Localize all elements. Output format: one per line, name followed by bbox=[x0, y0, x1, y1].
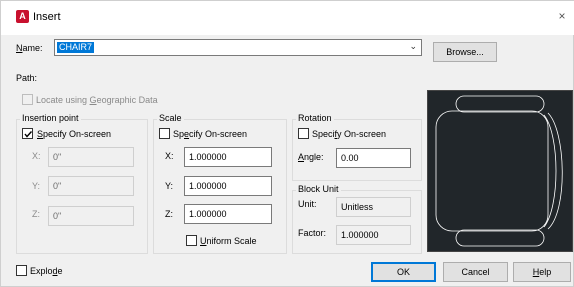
scale-y-label: Y: bbox=[165, 181, 174, 191]
chair-armrest-bottom bbox=[455, 229, 545, 247]
insertion-y-label: Y: bbox=[32, 181, 41, 191]
rotation-title: Rotation bbox=[296, 113, 334, 123]
path-label: Path: bbox=[16, 73, 38, 83]
checkmark-icon bbox=[24, 131, 33, 138]
insertion-specify-checkbox[interactable] bbox=[22, 128, 33, 139]
factor-label: Factor: bbox=[298, 228, 327, 238]
chair-armrest-top bbox=[455, 95, 545, 113]
unit-field: Unitless bbox=[336, 197, 411, 217]
uniform-scale-label: Uniform Scale bbox=[200, 236, 257, 246]
chair-seat bbox=[435, 110, 549, 232]
chair-backrest-inner bbox=[543, 114, 557, 228]
insertion-z-label: Z: bbox=[32, 209, 40, 219]
factor-field: 1.000000 bbox=[336, 225, 411, 245]
scale-x-field[interactable]: 1.000000 bbox=[184, 147, 272, 167]
scale-x-label: X: bbox=[165, 151, 174, 161]
insertion-specify-label: Specify On-screen bbox=[37, 129, 112, 139]
ok-button[interactable]: OK bbox=[371, 262, 436, 282]
block-preview bbox=[427, 90, 573, 252]
scale-title: Scale bbox=[157, 113, 184, 123]
geographic-checkbox[interactable] bbox=[22, 94, 33, 105]
angle-field[interactable]: 0.00 bbox=[336, 148, 411, 168]
angle-label: Angle: bbox=[298, 152, 324, 162]
name-value: CHAIR7 bbox=[57, 42, 95, 53]
title-bar[interactable]: A Insert × bbox=[1, 1, 574, 35]
insertion-z-field[interactable]: 0" bbox=[48, 206, 134, 226]
scale-z-field[interactable]: 1.000000 bbox=[184, 204, 272, 224]
chair-preview-drawing bbox=[435, 95, 563, 247]
uniform-scale-checkbox[interactable] bbox=[186, 235, 197, 246]
help-button[interactable]: Help bbox=[513, 262, 571, 282]
rotation-specify-label: Specify On-screen bbox=[312, 129, 387, 139]
insertion-x-field[interactable]: 0" bbox=[48, 147, 134, 167]
scale-z-label: Z: bbox=[165, 209, 173, 219]
insertion-point-title: Insertion point bbox=[20, 113, 81, 123]
close-icon[interactable]: × bbox=[553, 7, 571, 25]
cancel-button[interactable]: Cancel bbox=[443, 262, 508, 282]
insert-dialog: A Insert × Name: CHAIR7 ⌄ Browse... Path… bbox=[0, 0, 574, 287]
block-unit-title: Block Unit bbox=[296, 184, 341, 194]
geographic-label: Locate using Geographic Data bbox=[36, 95, 158, 105]
autocad-app-icon: A bbox=[16, 10, 29, 23]
explode-label: Explode bbox=[30, 266, 63, 276]
rotation-specify-checkbox[interactable] bbox=[298, 128, 309, 139]
window-title: Insert bbox=[33, 11, 61, 23]
insertion-y-field[interactable]: 0" bbox=[48, 176, 134, 196]
browse-label: Browse... bbox=[446, 47, 484, 57]
explode-checkbox[interactable] bbox=[16, 265, 27, 276]
name-combobox[interactable]: CHAIR7 ⌄ bbox=[54, 39, 422, 56]
scale-specify-checkbox[interactable] bbox=[159, 128, 170, 139]
scale-specify-label: Specify On-screen bbox=[173, 129, 248, 139]
name-label: Name: bbox=[16, 43, 43, 53]
chevron-down-icon[interactable]: ⌄ bbox=[409, 41, 417, 52]
help-label: Help bbox=[532, 267, 552, 277]
insertion-x-label: X: bbox=[32, 151, 41, 161]
browse-button[interactable]: Browse... bbox=[433, 42, 497, 62]
ok-label: OK bbox=[396, 267, 410, 277]
scale-y-field[interactable]: 1.000000 bbox=[184, 176, 272, 196]
unit-label: Unit: bbox=[298, 199, 317, 209]
cancel-label: Cancel bbox=[461, 267, 490, 277]
chair-backrest bbox=[547, 112, 563, 230]
